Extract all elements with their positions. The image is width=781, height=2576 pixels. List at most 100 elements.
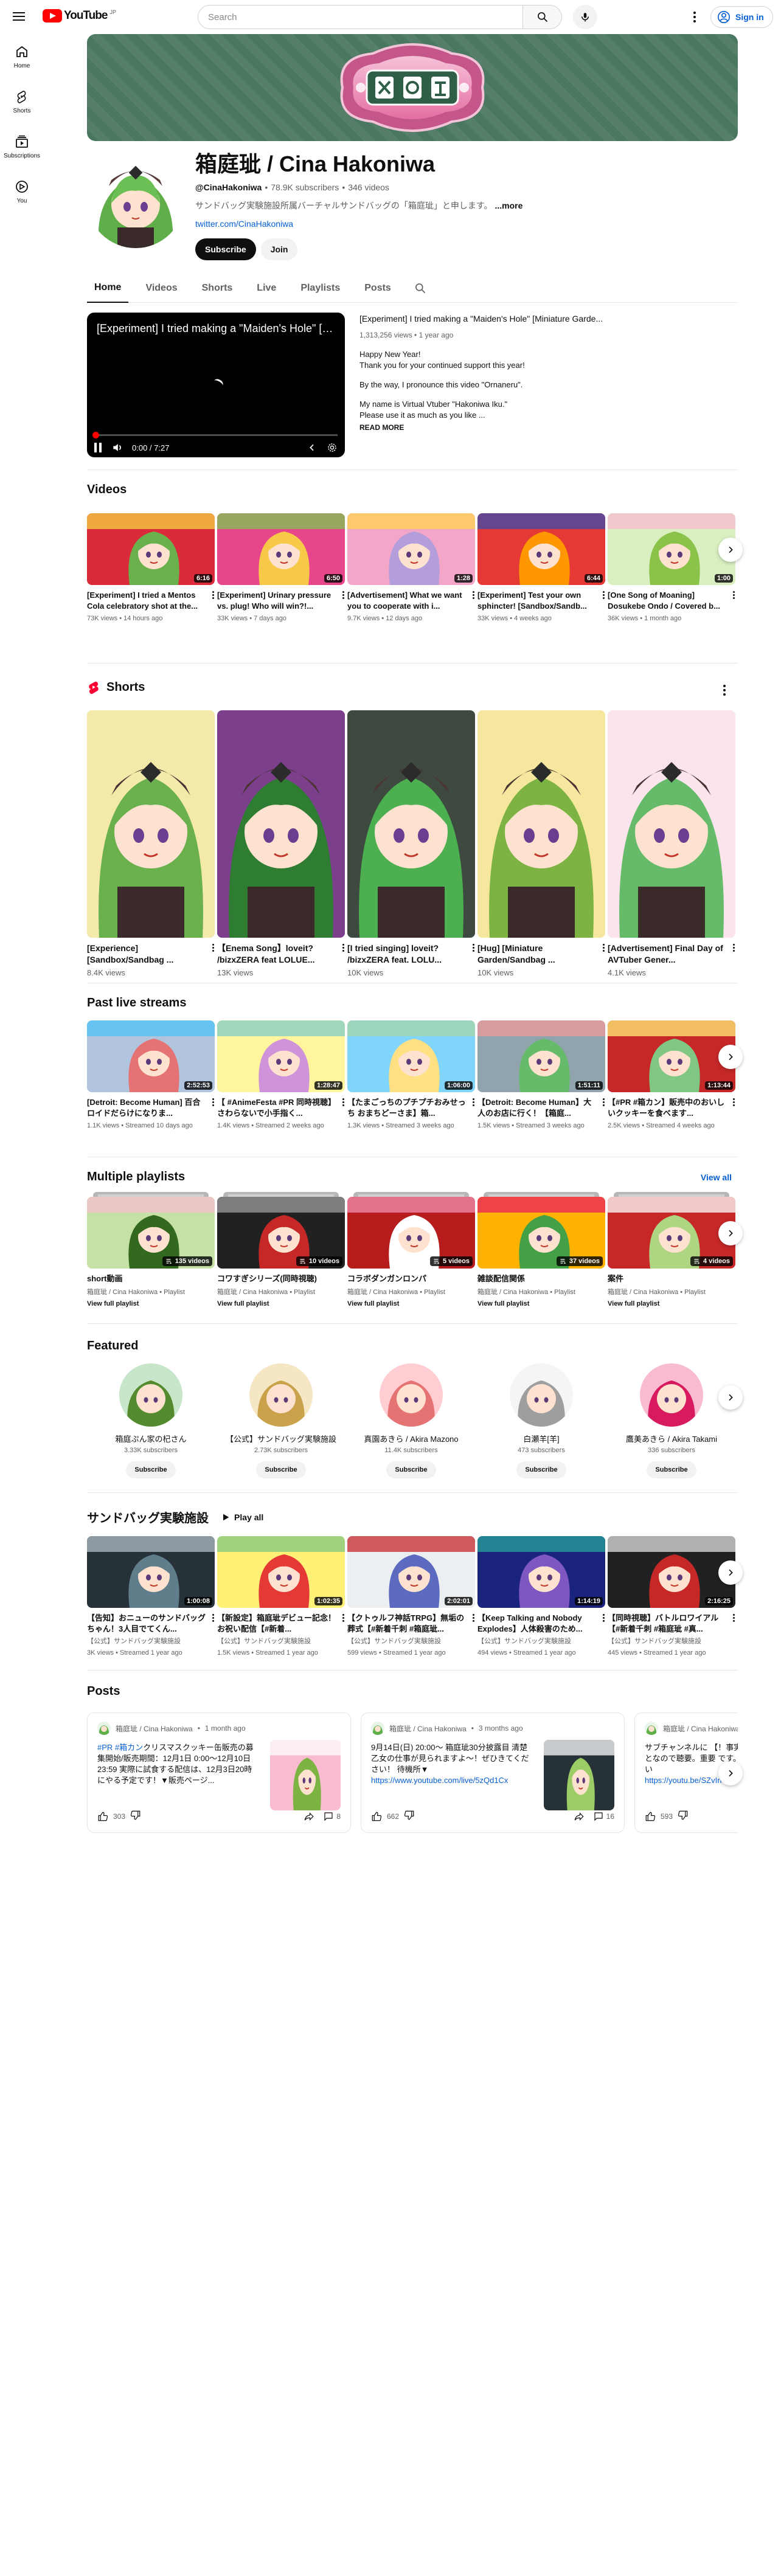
read-more-link[interactable]: READ MORE bbox=[359, 423, 724, 432]
post-card[interactable]: 箱庭玼 / Cina Hakoniwa • 1 month ago #PR #箱カンク… bbox=[87, 1712, 351, 1833]
youtube-logo[interactable]: YouTube JP bbox=[43, 9, 116, 23]
short-thumbnail[interactable] bbox=[217, 710, 345, 938]
featured-channel-avatar[interactable] bbox=[640, 1363, 703, 1427]
menu-icon[interactable] bbox=[12, 10, 26, 23]
video-card[interactable]: 1:51:11 【Detroit: Become Human】大人のお店に行く！【… bbox=[477, 1020, 605, 1130]
guide-item-subscriptions[interactable]: Subscriptions bbox=[2, 124, 41, 169]
playlist-card[interactable]: 37 videos 雑談配信関係 箱庭玼 / Cina Hakoniwa • Pla… bbox=[477, 1192, 605, 1309]
video-thumbnail[interactable]: 2:16:25 bbox=[608, 1536, 735, 1608]
video-thumbnail[interactable]: 1:14:19 bbox=[477, 1536, 605, 1608]
share-icon[interactable] bbox=[574, 1811, 585, 1822]
view-full-playlist-link[interactable]: View full playlist bbox=[217, 1300, 345, 1309]
section-title-featured[interactable]: Featured bbox=[87, 1339, 138, 1353]
view-full-playlist-link[interactable]: View full playlist bbox=[87, 1300, 215, 1309]
video-title[interactable]: 【 #AnimeFesta #PR 同時視聴】さわらないで小手指く... bbox=[217, 1097, 345, 1119]
play-all-button[interactable]: Play all bbox=[221, 1512, 263, 1522]
more-actions-icon[interactable] bbox=[473, 1614, 475, 1622]
section-title-shorts[interactable]: Shorts bbox=[87, 680, 145, 694]
video-title[interactable]: 【同時視聴】バトルロワイアル【#新着千刺 #箱庭玼 #真... bbox=[608, 1613, 735, 1635]
more-actions-icon[interactable] bbox=[212, 1098, 215, 1106]
featured-video-title[interactable]: [Experiment] I tried making a "Maiden's … bbox=[359, 313, 724, 325]
settings-more-icon[interactable] bbox=[687, 10, 702, 24]
playlist-thumbnail[interactable]: 10 videos bbox=[217, 1192, 345, 1269]
featured-channel-card[interactable]: 真園あきら / Akira Mazono 11.4K subscribers Sub… bbox=[347, 1359, 475, 1478]
playlist-thumbnail[interactable]: 5 videos bbox=[347, 1192, 475, 1269]
share-icon[interactable] bbox=[304, 1811, 314, 1822]
video-card[interactable]: 1:13:44 【#PR #箱カン】販売中のおいしいクッキーを食べます... 2.5… bbox=[608, 1020, 735, 1130]
short-title[interactable]: 【Enema Song】loveit? /bizxZERA feat LOLUE… bbox=[217, 943, 345, 966]
short-title[interactable]: [Hug] [Miniature Garden/Sandbag ... bbox=[477, 943, 605, 966]
post-card[interactable]: 箱庭玼 / Cina Hakoniwa • 3 months ago 9月14日(日)… bbox=[361, 1712, 625, 1833]
playlist-card[interactable]: 5 videos コラボダンガンロンパ 箱庭玼 / Cina Hakoniwa • … bbox=[347, 1192, 475, 1309]
more-actions-icon[interactable] bbox=[473, 591, 475, 599]
search-input[interactable] bbox=[198, 5, 523, 29]
featured-channel-subscribe-button[interactable]: Subscribe bbox=[647, 1461, 696, 1478]
more-actions-icon[interactable] bbox=[342, 591, 345, 599]
video-card[interactable]: 2:16:25 【同時視聴】バトルロワイアル【#新着千刺 #箱庭玼 #真... 【公… bbox=[608, 1536, 735, 1658]
post-age[interactable]: 1 month ago bbox=[205, 1724, 246, 1733]
short-title[interactable]: [Experience] [Sandbox/Sandbag ... bbox=[87, 943, 215, 966]
more-actions-icon[interactable] bbox=[603, 1614, 605, 1622]
video-card[interactable]: 1:28:47 【 #AnimeFesta #PR 同時視聴】さわらないで小手指く… bbox=[217, 1020, 345, 1130]
video-card[interactable]: 1:00:08 【告知】おニューのサンドバッグちゃん！3人目でてくん... 【公式】… bbox=[87, 1536, 215, 1658]
featured-channel-card[interactable]: 箱庭ぷん家の杞さん 3.33K subscribers Subscribe bbox=[87, 1359, 215, 1478]
more-actions-icon[interactable] bbox=[603, 591, 605, 599]
video-title[interactable]: [One Song of Moaning] Dosukebe Ondo / Co… bbox=[608, 590, 735, 612]
scrubber-handle[interactable] bbox=[92, 432, 99, 438]
playlist-thumbnail[interactable]: 37 videos bbox=[477, 1192, 605, 1269]
short-card[interactable]: 【Enema Song】loveit? /bizxZERA feat LOLUE… bbox=[217, 710, 345, 977]
featured-next-button[interactable] bbox=[718, 1385, 743, 1410]
tab-live[interactable]: Live bbox=[249, 274, 283, 303]
more-actions-icon[interactable] bbox=[212, 944, 215, 952]
video-title[interactable]: [Experiment] I tried a Mentos Cola celeb… bbox=[87, 590, 215, 612]
video-card[interactable]: 1:14:19 【Keep Talking and Nobody Explodes… bbox=[477, 1536, 605, 1658]
post-author-name[interactable]: 箱庭玼 / Cina Hakoniwa bbox=[116, 1723, 193, 1734]
tab-home[interactable]: Home bbox=[87, 274, 129, 303]
video-card[interactable]: 1:00 [One Song of Moaning] Dosukebe Ondo … bbox=[608, 513, 735, 623]
more-actions-icon[interactable] bbox=[733, 944, 735, 952]
video-card[interactable]: 2:52:53 [Detroit: Become Human] 百合ロイドだらけに… bbox=[87, 1020, 215, 1130]
more-actions-icon[interactable] bbox=[733, 1614, 735, 1622]
volume-icon[interactable] bbox=[111, 441, 123, 454]
post-link[interactable]: https://www.youtube.com/live/5zQd1Cx bbox=[371, 1776, 508, 1785]
video-card[interactable]: 1:28 [Advertisement] What we want you to … bbox=[347, 513, 475, 623]
more-actions-icon[interactable] bbox=[342, 1614, 345, 1622]
dislike-button[interactable] bbox=[678, 1810, 689, 1823]
voice-search-button[interactable] bbox=[573, 5, 597, 29]
video-thumbnail[interactable]: 1:13:44 bbox=[608, 1020, 735, 1092]
video-card[interactable]: 2:02:01 【クトゥルフ神話TRPG】無垢の葬式【#新着千刺 #箱庭玼... 【… bbox=[347, 1536, 475, 1658]
like-icon[interactable] bbox=[97, 1811, 108, 1822]
video-card[interactable]: 6:16 [Experiment] I tried a Mentos Cola c… bbox=[87, 513, 215, 623]
player-title[interactable]: [Experiment] I tried making a "Maiden's … bbox=[97, 322, 335, 335]
post-author-name[interactable]: 箱庭玼 / Cina Hakoniwa bbox=[663, 1723, 738, 1734]
more-actions-icon[interactable] bbox=[733, 1098, 735, 1106]
videos-next-button[interactable] bbox=[718, 538, 743, 562]
short-title[interactable]: [I tried singing] loveit? /bizxZERA feat… bbox=[347, 943, 475, 966]
video-title[interactable]: [Experiment] Urinary pressure vs. plug! … bbox=[217, 590, 345, 612]
more-actions-icon[interactable] bbox=[212, 591, 215, 599]
playlist-title[interactable]: コラボダンガンロンパ bbox=[347, 1273, 475, 1286]
more-actions-icon[interactable] bbox=[212, 1614, 215, 1622]
featured-channel-avatar[interactable] bbox=[380, 1363, 443, 1427]
more-actions-icon[interactable] bbox=[473, 944, 475, 952]
video-card[interactable]: 1:02:35 【新設定】箱庭玼デビュー記念！お祝い配信【#新着... 【公式】サン… bbox=[217, 1536, 345, 1658]
video-player[interactable]: [Experiment] I tried making a "Maiden's … bbox=[87, 313, 345, 457]
channel-search-button[interactable] bbox=[408, 274, 432, 303]
video-thumbnail[interactable]: 6:50 bbox=[217, 513, 345, 585]
video-card[interactable]: 1:06:00 【たまごっちのプチプチおみせっち おまちどーさま】箱... 1.3K… bbox=[347, 1020, 475, 1130]
post-author-name[interactable]: 箱庭玼 / Cina Hakoniwa bbox=[389, 1723, 467, 1734]
shorts-more-icon[interactable] bbox=[723, 685, 726, 696]
section-title-videos[interactable]: Videos bbox=[87, 483, 127, 497]
video-thumbnail[interactable]: 6:16 bbox=[87, 513, 215, 585]
channel-avatar[interactable] bbox=[87, 151, 184, 248]
tab-playlists[interactable]: Playlists bbox=[293, 274, 347, 303]
video-thumbnail[interactable]: 1:00:08 bbox=[87, 1536, 215, 1608]
tab-posts[interactable]: Posts bbox=[357, 274, 398, 303]
short-title[interactable]: [Advertisement] Final Day of AVTuber Gen… bbox=[608, 943, 735, 966]
short-card[interactable]: [Hug] [Miniature Garden/Sandbag ... 10K v… bbox=[477, 710, 605, 977]
view-full-playlist-link[interactable]: View full playlist bbox=[477, 1300, 605, 1309]
comments-button[interactable]: 8 bbox=[323, 1811, 341, 1822]
playlist-card[interactable]: 10 videos コワすぎシリーズ(同時視聴) 箱庭玼 / Cina Hakoni… bbox=[217, 1192, 345, 1309]
video-thumbnail[interactable]: 1:51:11 bbox=[477, 1020, 605, 1092]
more-actions-icon[interactable] bbox=[342, 1098, 345, 1106]
